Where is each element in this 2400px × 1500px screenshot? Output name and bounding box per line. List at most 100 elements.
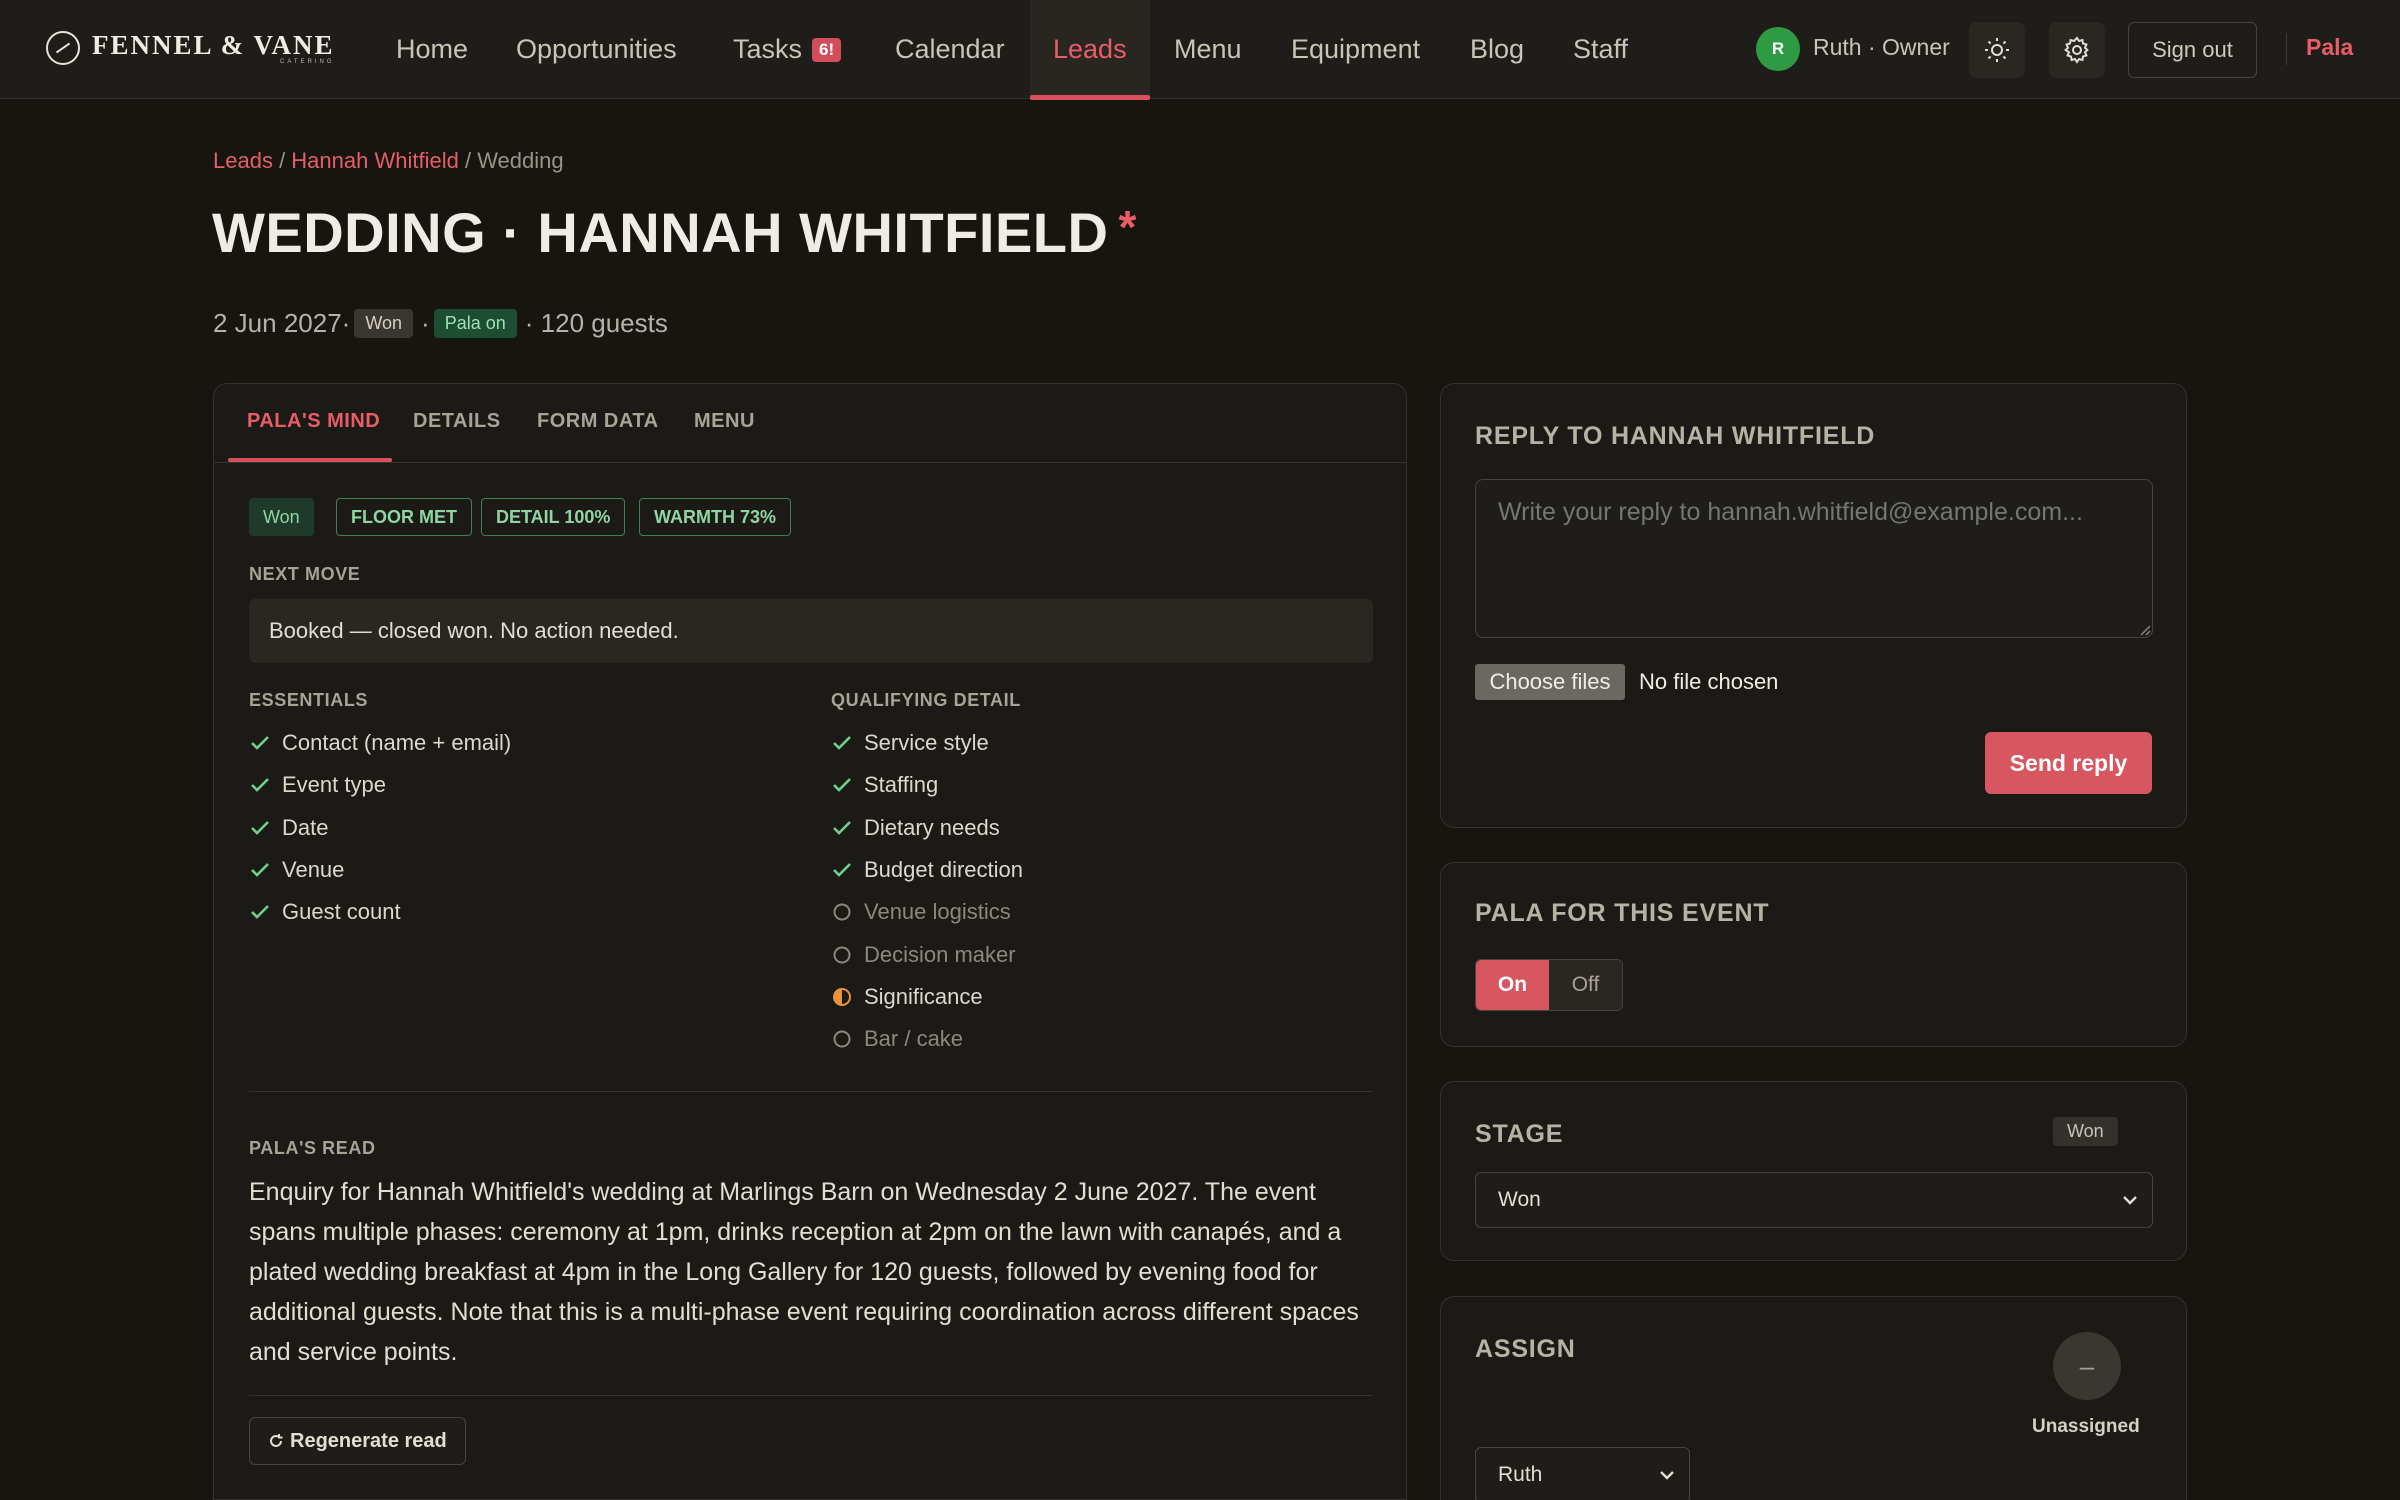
user-label: Ruth · Owner [1813,34,1950,60]
breadcrumb-separator: / [458,148,478,173]
checklist-item: Venue logistics [831,899,1011,925]
checklist-item-label: Guest count [282,899,401,925]
checklist-item: Dietary needs [831,815,1000,841]
brand-logo[interactable]: FENNEL & VANE CATERING [46,28,335,68]
checklist-item: Decision maker [831,942,1016,968]
checklist-item-label: Bar / cake [864,1026,964,1052]
tab-form-data[interactable]: FORM DATA [537,410,659,433]
status-tag-floor-met: FLOOR MET [336,498,472,536]
checklist-item: Significance [831,984,983,1010]
checklist-status-mark [831,986,853,1008]
status-tag-won: Won [249,498,314,536]
settings-button[interactable] [2049,22,2105,78]
checklist-item-label: Venue [282,856,345,882]
theme-toggle-button[interactable] [1969,22,2025,78]
page-title: WEDDING · HANNAH WHITFIELD * [212,200,1137,265]
tab-details[interactable]: DETAILS [413,410,501,433]
reply-card: REPLY TO HANNAH WHITFIELD Choose files N… [1440,383,2187,828]
tab-bar: PALA'S MIND DETAILS FORM DATA MENU [214,384,1406,463]
pala-event-card: PALA FOR THIS EVENT On Off [1440,862,2187,1047]
checklist-item-label: Significance [864,983,983,1009]
chevron-down-icon [2123,1196,2137,1205]
stage-select[interactable]: Won [1475,1172,2153,1228]
nav-tasks[interactable]: Tasks 6! [733,0,842,99]
checklist-item-label: Event type [282,772,386,798]
nav-divider [2286,33,2287,65]
reply-title: REPLY TO HANNAH WHITFIELD [1475,422,1876,450]
check-icon [833,862,851,877]
check-icon [833,778,851,793]
event-meta: 2 Jun 2027 · Won · Pala on · 120 guests [213,308,668,339]
regenerate-read-label: Regenerate read [290,1429,447,1452]
meta-separator: · [341,308,351,338]
meta-separator: · [421,308,430,338]
checklist-item-label: Service style [864,730,989,755]
pala-on-button[interactable]: On [1476,960,1549,1010]
half-circle-icon [833,987,851,1006]
pala-link[interactable]: Pala [2306,34,2353,61]
tab-menu[interactable]: MENU [694,410,755,433]
regenerate-read-button[interactable]: Regenerate read [249,1417,466,1465]
breadcrumb-person[interactable]: Hannah Whitfield [291,148,459,173]
assignee-status: Unassigned [2032,1416,2140,1437]
nav-leads[interactable]: Leads [1030,0,1150,100]
palas-read-label: PALA'S READ [249,1138,376,1158]
refresh-icon [270,1434,283,1447]
stage-pill: Won [2053,1117,2118,1146]
check-icon [251,820,269,835]
stage-card: STAGE Won Won [1440,1081,2187,1261]
active-tab-indicator [228,458,392,462]
resize-handle-icon [2140,625,2151,636]
sign-out-button[interactable]: Sign out [2128,22,2257,78]
next-move-text: Booked — closed won. No action needed. [249,599,1373,663]
checklist-item: Staffing [831,772,938,798]
nav-staff[interactable]: Staff [1573,0,1628,99]
breadcrumb-leads[interactable]: Leads [213,148,273,173]
unsaved-indicator: * [1118,201,1137,253]
checklist-item: Bar / cake [831,1026,963,1052]
check-icon [833,736,851,750]
checklist-item-label: Venue logistics [864,899,1011,925]
brand-subtitle: CATERING [280,58,335,65]
check-icon [251,862,269,877]
top-navbar: FENNEL & VANE CATERING Home Opportunitie… [0,0,2400,100]
tab-palas-mind[interactable]: PALA'S MIND [247,410,380,433]
assign-card: ASSIGN – Unassigned Ruth [1440,1296,2187,1500]
nav-menu[interactable]: Menu [1174,0,1242,99]
assign-select[interactable]: Ruth [1475,1447,1690,1500]
breadcrumb: Leads / Hannah Whitfield / Wedding [213,148,564,174]
pala-event-toggle: On Off [1475,959,1623,1011]
checklist-item: Event type [249,772,386,798]
nav-opportunities[interactable]: Opportunities [516,0,677,99]
check-icon [251,736,269,750]
breadcrumb-separator: / [272,148,292,173]
checklist-item: Contact (name + email) [249,730,511,756]
essentials-label: ESSENTIALS [249,690,369,710]
next-move-label: NEXT MOVE [249,564,361,584]
stage-title: STAGE [1475,1120,1564,1148]
pala-off-button[interactable]: Off [1549,960,1622,1010]
reply-textarea[interactable] [1475,479,2153,638]
nav-blog[interactable]: Blog [1470,0,1524,99]
choose-files-button[interactable]: Choose files [1475,664,1625,700]
send-reply-button[interactable]: Send reply [1985,732,2152,794]
assign-title: ASSIGN [1475,1335,1576,1363]
checklist-status-mark [831,1028,853,1050]
checklist-item: Guest count [249,899,401,925]
check-icon [833,820,851,835]
checklist-status-mark [831,774,853,796]
file-status: No file chosen [1639,669,1779,694]
section-divider [249,1395,1373,1396]
assign-select-value: Ruth [1498,1463,1543,1486]
pala-status-badge: Pala on [433,309,517,338]
nav-tasks-label: Tasks [733,34,803,64]
lead-detail-card: PALA'S MIND DETAILS FORM DATA MENU Won F… [213,383,1407,1500]
user-avatar[interactable]: R [1756,27,1800,71]
nav-equipment[interactable]: Equipment [1291,0,1420,99]
checklist-status-mark [831,944,853,966]
empty-circle-icon [833,946,851,963]
nav-home[interactable]: Home [396,0,468,99]
nav-calendar[interactable]: Calendar [895,0,1005,99]
guest-count: · 120 guests [524,308,668,338]
status-tag-warmth: WARMTH 73% [639,498,792,536]
